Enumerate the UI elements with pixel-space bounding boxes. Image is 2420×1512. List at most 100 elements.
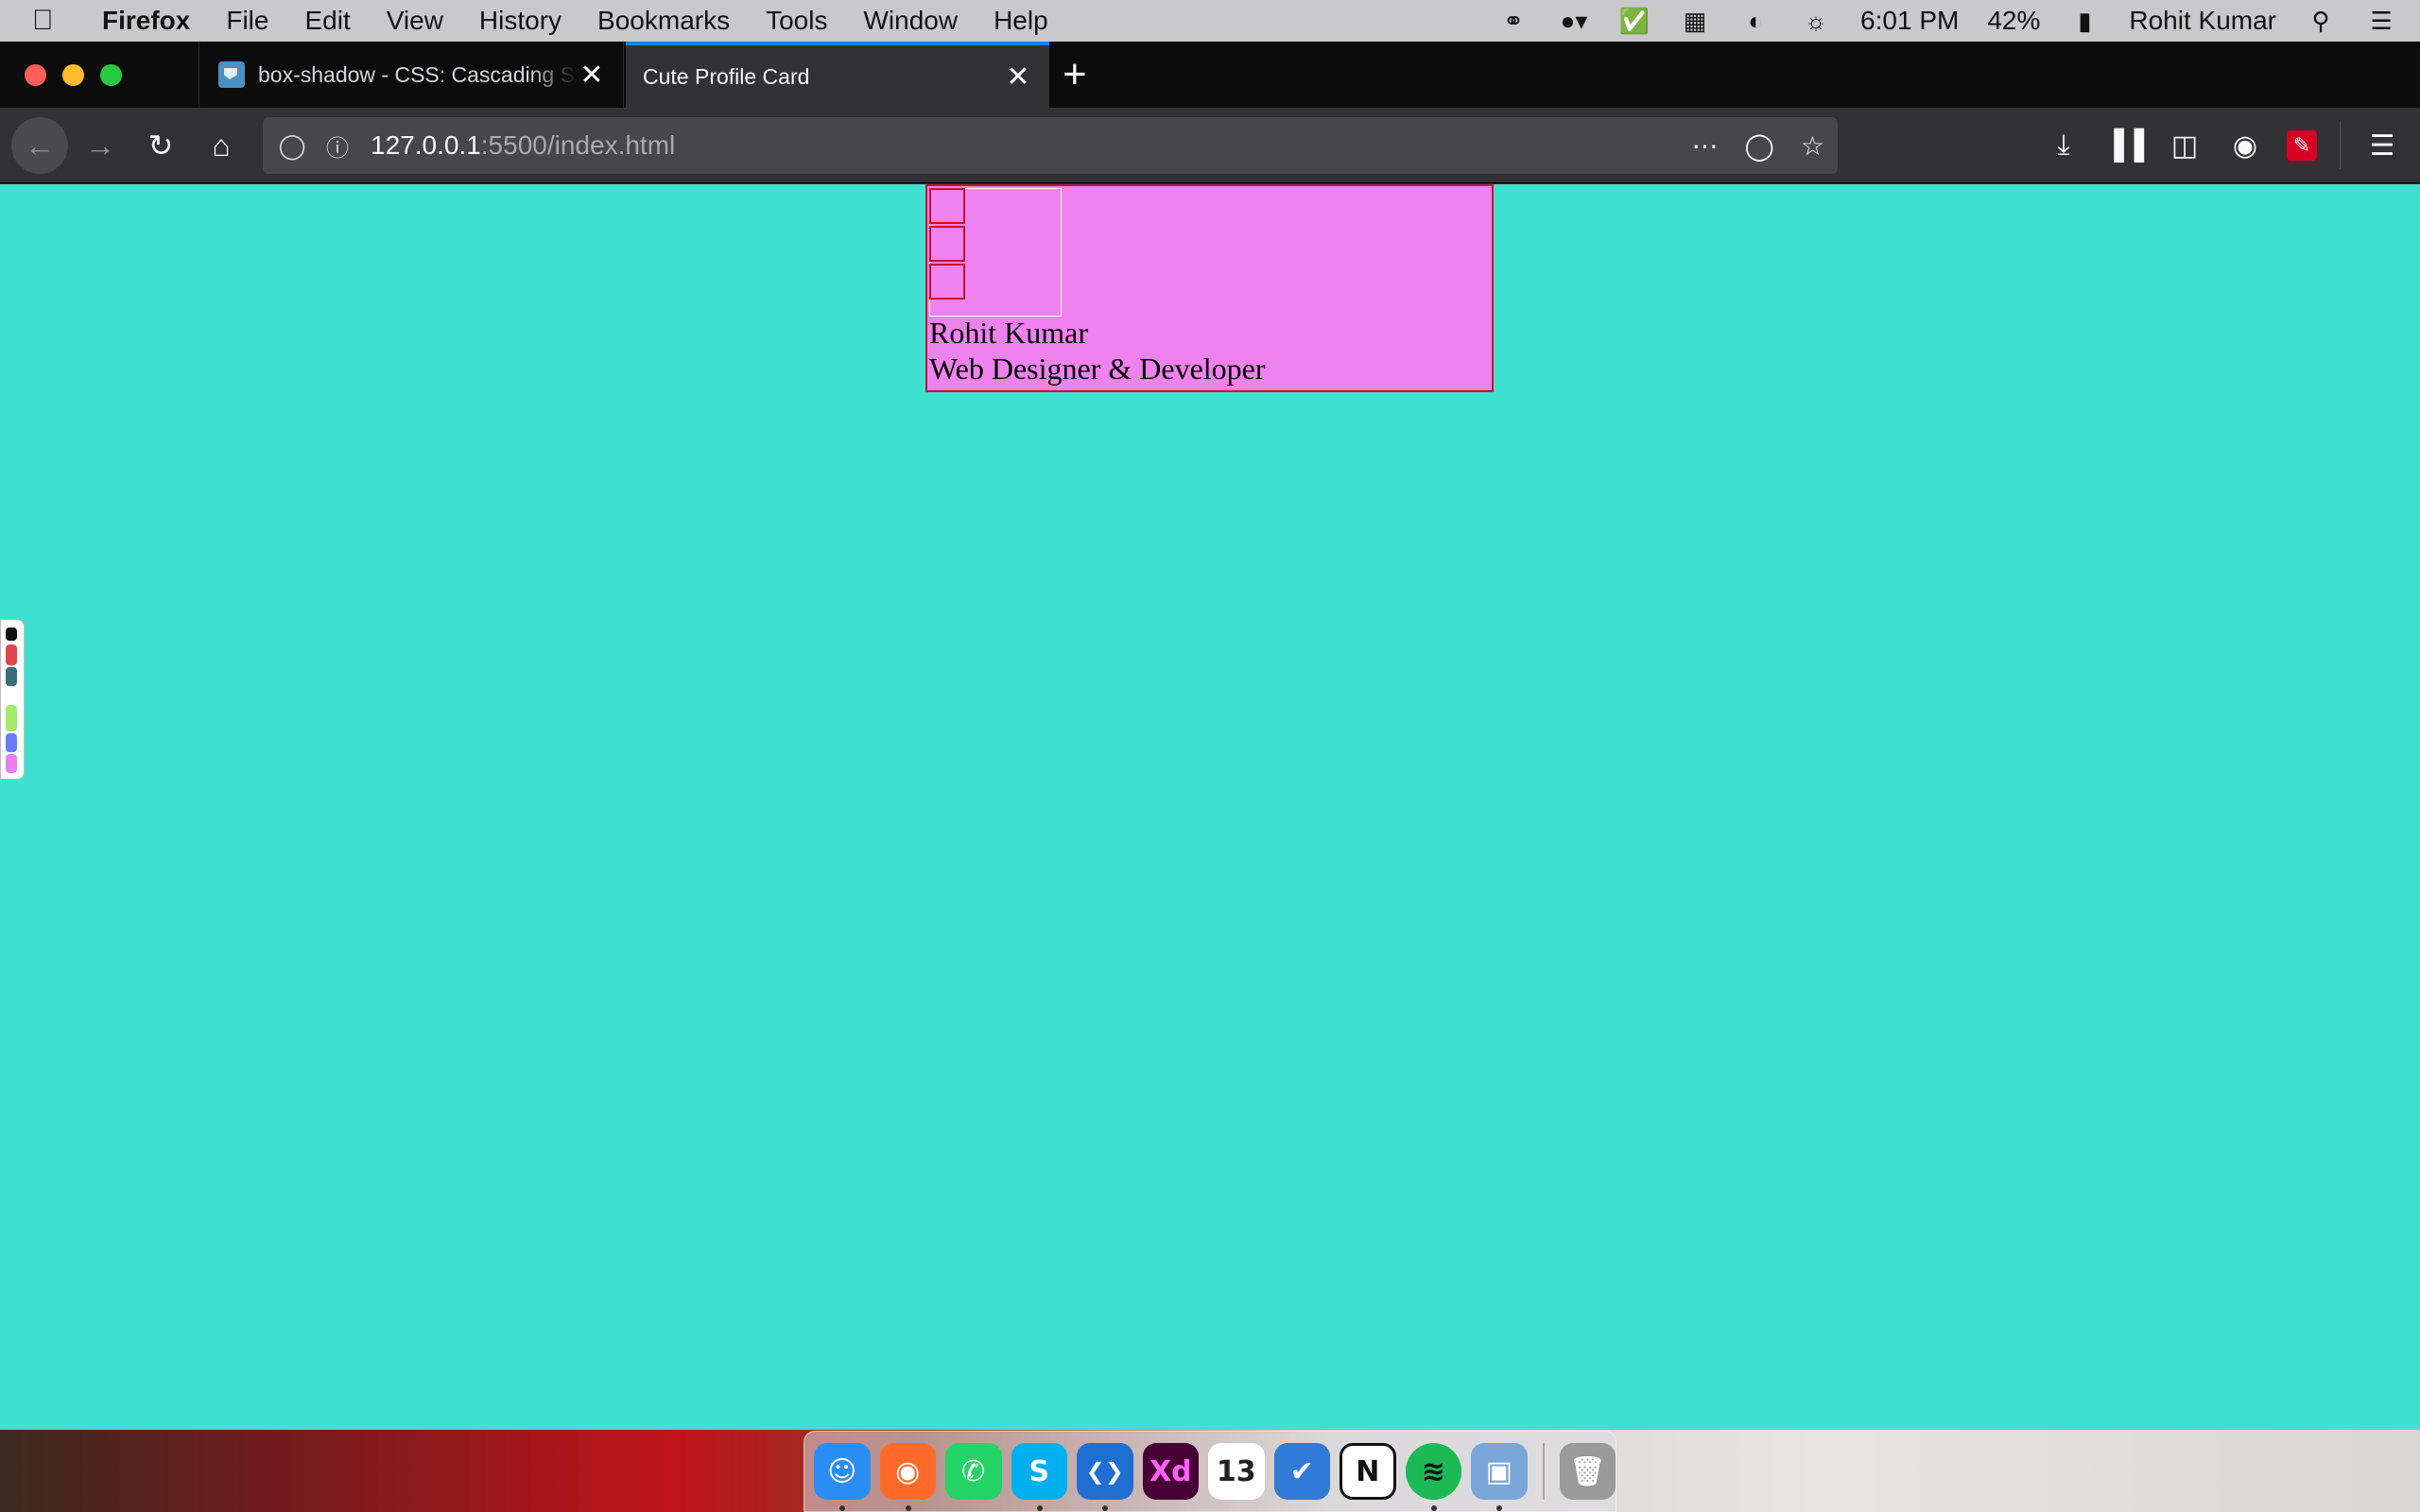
dock-app-skype[interactable]: S — [1011, 1443, 1067, 1511]
dock-app-adobe-xd[interactable]: Xd — [1142, 1443, 1199, 1500]
notion-icon: N — [1356, 1454, 1380, 1488]
trash-icon: 🗑 — [1569, 1454, 1606, 1488]
running-indicator — [839, 1505, 845, 1511]
navigation-toolbar: ← → ↻ ⌂ ◯ ⓘ 127.0.0.1:5500/index.html ⋯ … — [0, 108, 2420, 183]
new-tab-button[interactable]: + — [1063, 51, 1087, 98]
site-info-icon[interactable]: ⓘ — [321, 129, 354, 163]
color-picker-extension-icon[interactable]: ✎ — [2287, 130, 2317, 161]
close-tab-icon[interactable]: ✕ — [1004, 60, 1032, 94]
window-controls — [25, 64, 122, 86]
layout-icon[interactable]: ▦ — [1679, 7, 1711, 35]
menu-window[interactable]: Window — [863, 6, 958, 36]
tasks-icon: ✔ — [1289, 1454, 1314, 1488]
tab-cute-profile-card[interactable]: Cute Profile Card ✕ — [626, 42, 1049, 108]
menu-history[interactable]: History — [479, 6, 562, 36]
spotlight-search-icon[interactable]: ⚲ — [2305, 7, 2337, 35]
tab-title: box-shadow - CSS: Cascading Style Sheets — [258, 61, 578, 87]
profile-card: Rohit Kumar Web Designer & Developer — [925, 184, 1494, 392]
macos-menu-bar:  Firefox File Edit View History Bookmar… — [0, 0, 2420, 42]
minimize-window-button[interactable] — [62, 64, 84, 86]
running-indicator — [1102, 1505, 1108, 1511]
url-bar-actions: ⋯ ◯ ☆ — [1692, 130, 1824, 162]
social-icon-box-3[interactable] — [929, 264, 965, 300]
menu-edit[interactable]: Edit — [304, 6, 350, 36]
dock-app-spotify[interactable]: ≋ — [1405, 1443, 1462, 1511]
close-tab-icon[interactable]: ✕ — [578, 59, 606, 92]
creative-cloud-icon[interactable]: ⚭ — [1497, 7, 1530, 35]
sidebar-icon[interactable]: ◫ — [2166, 127, 2204, 164]
vpn-icon[interactable]: ☼ — [1800, 7, 1832, 35]
page-viewport: Rohit Kumar Web Designer & Developer — [0, 184, 2420, 1430]
finder-icon: ☺ — [827, 1454, 857, 1488]
social-icon-box-1[interactable] — [929, 188, 965, 224]
palette-color-black[interactable] — [6, 627, 17, 641]
url-path: :5500/index.html — [480, 130, 676, 160]
notification-center-icon[interactable]: ☰ — [2365, 7, 2397, 35]
bookmark-star-icon[interactable]: ☆ — [1801, 130, 1824, 162]
user-name[interactable]: Rohit Kumar — [2129, 6, 2276, 36]
close-window-button[interactable] — [25, 64, 46, 86]
toolbar-right-icons: ⤓ ▐▐ ◫ ◉ ✎ ☰ — [2045, 108, 2420, 183]
palette-color-pink[interactable] — [6, 754, 17, 773]
menu-bookmarks[interactable]: Bookmarks — [597, 6, 730, 36]
palette-color-teal[interactable] — [6, 667, 17, 686]
profile-role: Web Designer & Developer — [929, 352, 1266, 386]
menu-view[interactable]: View — [387, 6, 443, 36]
dock-app-tasks[interactable]: ✔ — [1273, 1443, 1330, 1500]
battery-icon[interactable]: ▮ — [2068, 7, 2100, 35]
clock[interactable]: 6:01 PM — [1860, 6, 1959, 36]
menu-help[interactable]: Help — [994, 6, 1048, 36]
palette-color-green[interactable] — [6, 705, 17, 731]
account-icon[interactable]: ◉ — [2226, 127, 2264, 164]
dock-trash[interactable]: 🗑 — [1559, 1443, 1616, 1500]
palette-color-blue[interactable] — [6, 733, 17, 752]
dock-app-calendar[interactable]: 13 — [1208, 1443, 1265, 1500]
page-actions-icon[interactable]: ⋯ — [1692, 130, 1719, 162]
dock-app-notion[interactable]: N — [1340, 1443, 1396, 1500]
dock-app-whatsapp[interactable]: ✆ — [945, 1443, 1002, 1500]
dock-app-preview[interactable]: ▣ — [1471, 1443, 1528, 1511]
forward-button[interactable]: → — [76, 121, 125, 170]
dock-app-vscode[interactable]: ❮❯ — [1077, 1443, 1133, 1511]
menu-tools[interactable]: Tools — [766, 6, 827, 36]
menu-app-firefox[interactable]: Firefox — [102, 6, 190, 36]
tracking-protection-shield-icon[interactable]: ◯ — [276, 131, 308, 161]
menu-file[interactable]: File — [226, 6, 268, 36]
stripe-icon[interactable]: ◐ — [1739, 7, 1772, 35]
url-bar[interactable]: ◯ ⓘ 127.0.0.1:5500/index.html ⋯ ◯ ☆ — [263, 117, 1838, 174]
calendar-icon: 13 — [1216, 1454, 1256, 1488]
library-icon[interactable]: ▐▐ — [2104, 127, 2145, 164]
vscode-icon: ❮❯ — [1085, 1458, 1124, 1485]
tab-strip: box-shadow - CSS: Cascading Style Sheets… — [0, 42, 2420, 108]
palette-color-red[interactable] — [6, 644, 17, 665]
zoom-window-button[interactable] — [100, 64, 122, 86]
mdn-favicon-icon — [218, 61, 245, 88]
skype-icon: S — [1028, 1454, 1050, 1488]
dock-app-firefox[interactable]: ◉ — [879, 1443, 936, 1511]
reload-button[interactable]: ↻ — [136, 121, 185, 170]
checkbox-icon[interactable]: ✅ — [1618, 7, 1651, 35]
social-icon-box-2[interactable] — [929, 226, 965, 262]
firefox-icon: ◉ — [895, 1454, 921, 1488]
dock: ☺ ◉ ✆ S ❮❯ Xd 13 ✔ N ≋ ▣ 🗑 — [804, 1431, 1616, 1512]
dock-app-finder[interactable]: ☺ — [814, 1443, 871, 1511]
back-button[interactable]: ← — [11, 117, 68, 174]
toggle-icon[interactable]: ●▾ — [1558, 7, 1590, 35]
apple-menu-icon[interactable]:  — [32, 5, 85, 37]
url-text[interactable]: 127.0.0.1:5500/index.html — [371, 130, 675, 161]
dock-separator — [1542, 1443, 1545, 1500]
preview-icon: ▣ — [1485, 1454, 1512, 1488]
toolbar-divider — [2340, 122, 2341, 169]
spotify-icon: ≋ — [1421, 1454, 1445, 1488]
tab-box-shadow[interactable]: box-shadow - CSS: Cascading Style Sheets… — [199, 42, 624, 108]
hamburger-menu-icon[interactable]: ☰ — [2363, 127, 2401, 164]
adobe-xd-icon: Xd — [1149, 1454, 1192, 1488]
whatsapp-icon: ✆ — [961, 1454, 986, 1488]
downloads-icon[interactable]: ⤓ — [2045, 127, 2083, 164]
battery-percentage[interactable]: 42% — [1987, 6, 2040, 36]
home-button[interactable]: ⌂ — [197, 121, 246, 170]
tab-title: Cute Profile Card — [643, 63, 810, 89]
pocket-icon[interactable]: ◯ — [1745, 130, 1774, 162]
url-host: 127.0.0.1 — [371, 130, 481, 160]
color-palette-widget[interactable] — [0, 619, 25, 780]
